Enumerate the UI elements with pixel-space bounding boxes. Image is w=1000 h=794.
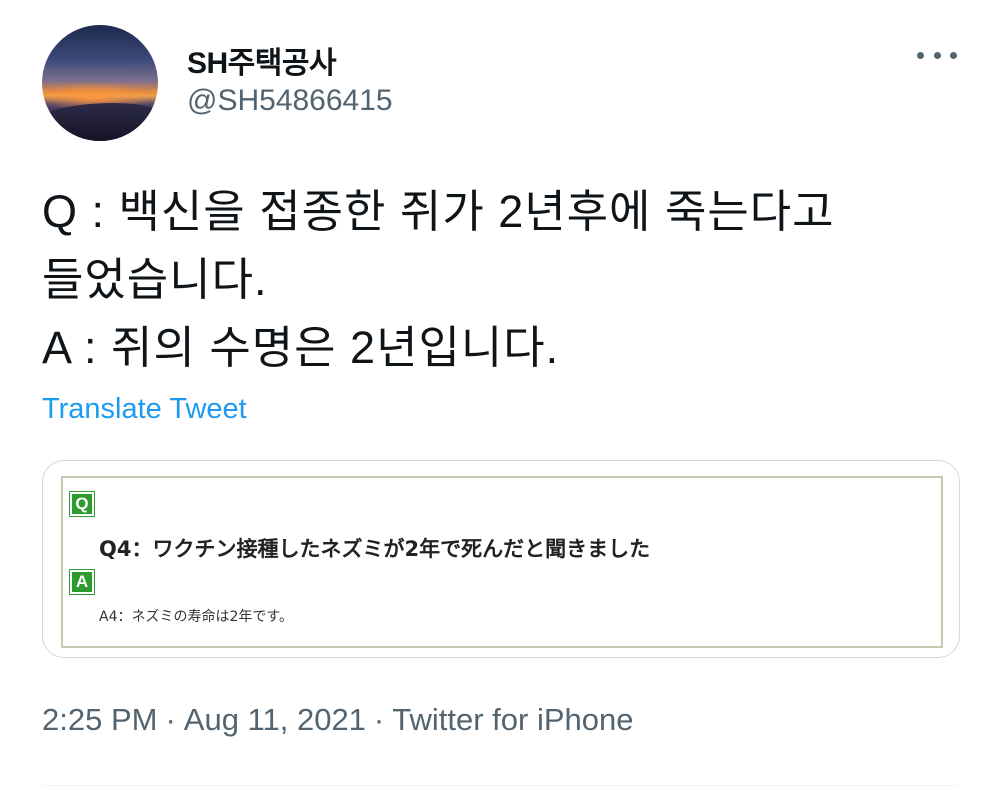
question-badge: Q xyxy=(72,494,92,514)
tweet-text-line: 들었습니다. xyxy=(42,254,268,305)
tweet-text-line: Q : 백신을 접종한 쥐가 2년후에 죽는다고 xyxy=(42,186,835,237)
tweet-text-line: A : 쥐의 수명은 2년입니다. xyxy=(42,322,560,373)
faq-image: Q Q4：ワクチン接種したネズミが2年で死んだと聞きました A A4：ネズミの寿… xyxy=(61,476,943,648)
answer-badge: A xyxy=(72,572,92,592)
translate-tweet-link[interactable]: Translate Tweet xyxy=(42,393,247,426)
answer-text: A4：ネズミの寿命は2年です。 xyxy=(99,609,293,625)
author-display-name[interactable]: SH주택공사 xyxy=(187,38,337,82)
author-handle[interactable]: @SH54866415 xyxy=(187,84,393,118)
tweet-time[interactable]: 2:25 PM xyxy=(42,702,157,737)
divider xyxy=(42,785,958,786)
meta-separator: · xyxy=(373,702,385,737)
avatar[interactable] xyxy=(42,25,158,141)
media-card[interactable]: Q Q4：ワクチン接種したネズミが2年で死んだと聞きました A A4：ネズミの寿… xyxy=(42,460,960,658)
tweet-date[interactable]: Aug 11, 2021 xyxy=(184,702,366,737)
more-dot xyxy=(917,51,924,59)
question-text: Q4：ワクチン接種したネズミが2年で死んだと聞きました xyxy=(99,537,651,561)
tweet-source[interactable]: Twitter for iPhone xyxy=(392,702,633,737)
more-dot xyxy=(933,51,941,59)
more-options-icon[interactable] xyxy=(917,40,957,70)
tweet-meta: 2:25 PM · Aug 11, 2021 · Twitter for iPhone xyxy=(42,702,633,738)
meta-separator: · xyxy=(165,702,176,737)
tweet-text: Q : 백신을 접종한 쥐가 2년후에 죽는다고 들었습니다. A : 쥐의 수… xyxy=(42,178,982,382)
more-dot xyxy=(950,51,957,59)
